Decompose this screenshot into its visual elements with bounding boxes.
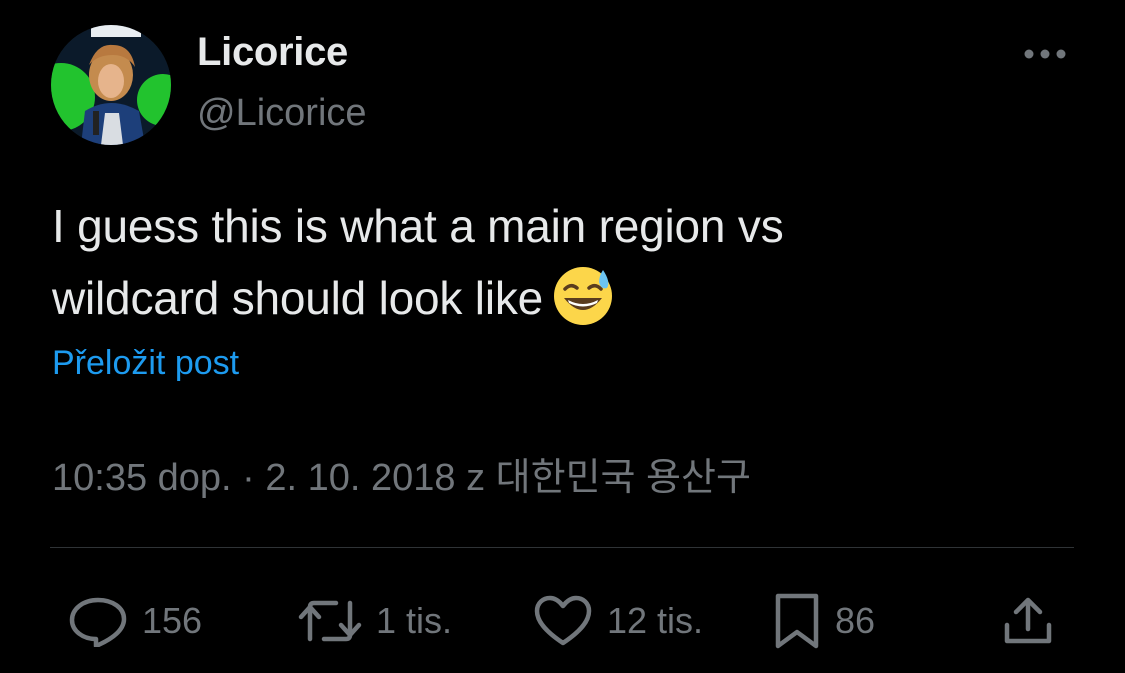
author-handle[interactable]: @Licorice <box>197 92 367 135</box>
like-button[interactable]: 12 tis. <box>533 592 703 650</box>
avatar[interactable] <box>51 25 171 145</box>
post-text: I guess this is what a main region vs wi… <box>52 190 1052 334</box>
repost-button[interactable]: 1 tis. <box>298 592 452 650</box>
profile-photo <box>51 25 171 145</box>
grinning-face-with-sweat-icon <box>551 264 615 328</box>
reply-icon <box>69 597 127 647</box>
divider <box>50 547 1074 548</box>
post-text-line-2: wildcard should look like <box>52 262 1052 334</box>
bookmark-button[interactable]: 86 <box>773 592 875 650</box>
like-count: 12 tis. <box>607 600 704 641</box>
author-display-name[interactable]: Licorice <box>197 30 348 75</box>
heart-icon <box>534 595 592 646</box>
reply-button[interactable]: 156 <box>68 592 202 650</box>
post-timestamp-location[interactable]: 10:35 dop. · 2. 10. 2018 z 대한민국 용산구 <box>52 446 751 501</box>
share-icon <box>1004 597 1052 644</box>
bookmark-icon <box>775 593 819 649</box>
post-text-line-2-text: wildcard should look like <box>52 272 544 324</box>
repost-count: 1 tis. <box>376 600 453 641</box>
reply-count: 156 <box>142 600 203 641</box>
share-button[interactable] <box>1002 592 1054 650</box>
repost-icon <box>298 600 362 642</box>
more-options-icon[interactable] <box>1022 42 1068 66</box>
bookmark-count: 86 <box>835 600 876 641</box>
post-text-line-1: I guess this is what a main region vs <box>52 200 784 252</box>
translate-post-link[interactable]: Přeložit post <box>52 344 239 383</box>
